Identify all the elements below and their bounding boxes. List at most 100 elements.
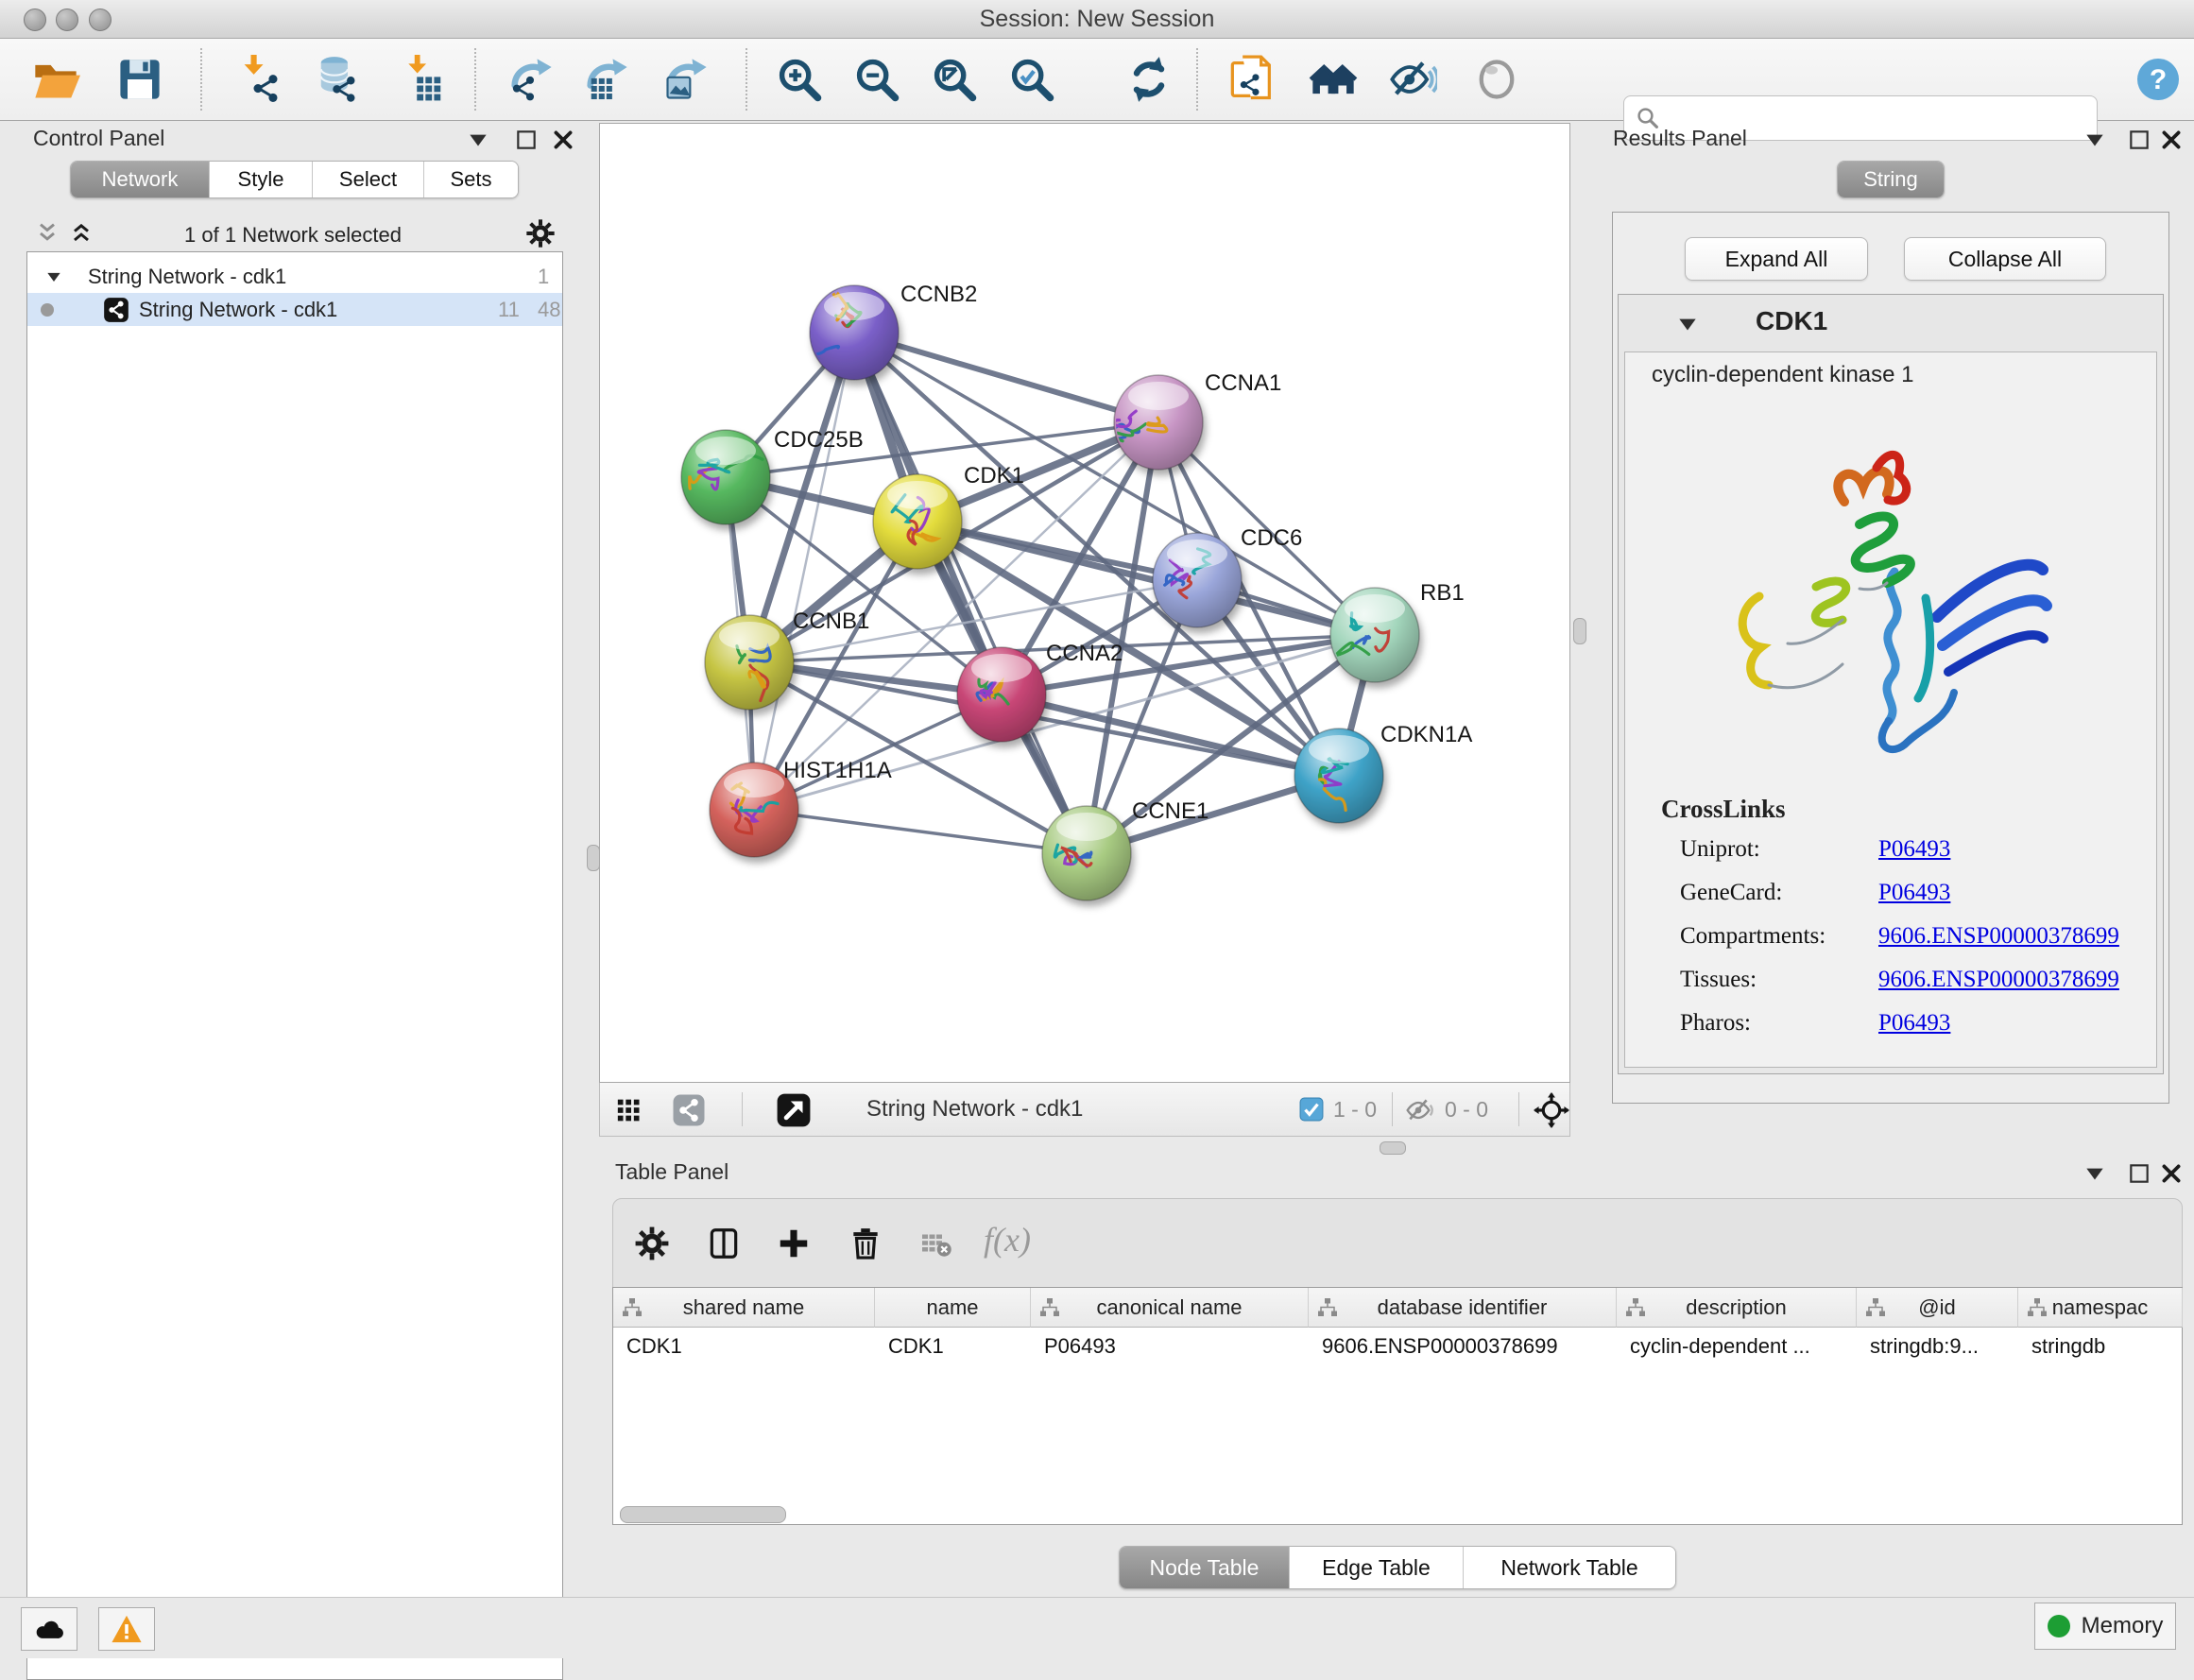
panel-close-icon[interactable] [551, 128, 575, 152]
protein-detail-box: cyclin-dependent kinase 1 [1624, 351, 2157, 1068]
right-splitter-handle[interactable] [1573, 618, 1586, 644]
network-node-CCNE1[interactable] [1042, 806, 1131, 900]
network-node-CCNB2[interactable] [805, 280, 899, 380]
table-cell[interactable]: CDK1 [875, 1328, 1031, 1365]
network-canvas[interactable]: CCNB2CCNA1CDC25BCDK1CDC6RB1CCNB1CCNA2CDK… [599, 123, 1570, 1083]
table-cell[interactable]: stringdb [2018, 1328, 2183, 1365]
column-header-description[interactable]: description [1617, 1288, 1857, 1328]
pan-crosshair-icon[interactable] [1534, 1092, 1569, 1128]
tab-edge-table[interactable]: Edge Table [1290, 1547, 1464, 1588]
expand-all-button[interactable]: Expand All [1685, 237, 1868, 281]
panel-close-icon[interactable] [2159, 1161, 2184, 1186]
zoom-out-icon[interactable] [852, 55, 901, 104]
tab-select[interactable]: Select [313, 162, 424, 197]
collapse-arrow-icon[interactable] [44, 267, 63, 286]
node-label-CCNE1: CCNE1 [1132, 798, 1208, 824]
node-table[interactable]: shared nameCDK1nameCDK1canonical nameP06… [612, 1287, 2183, 1525]
network-node-CCNA2[interactable] [957, 647, 1046, 742]
export-image-icon[interactable] [661, 55, 711, 104]
memory-button[interactable]: Memory [2034, 1603, 2176, 1650]
tab-string[interactable]: String [1838, 162, 1944, 197]
show-columns-icon[interactable] [706, 1226, 742, 1261]
panel-float-icon[interactable] [2083, 128, 2107, 152]
hide-panels-eye-icon[interactable] [1388, 55, 1437, 104]
network-collection-row[interactable]: String Network - cdk1 1 [27, 260, 562, 293]
column-header-database-identifier[interactable]: database identifier [1309, 1288, 1617, 1328]
help-icon[interactable] [2135, 57, 2181, 102]
tab-style[interactable]: Style [210, 162, 313, 197]
add-column-icon[interactable] [776, 1226, 812, 1261]
export-table-icon[interactable] [582, 55, 631, 104]
tab-node-table[interactable]: Node Table [1120, 1547, 1290, 1588]
node-label-RB1: RB1 [1420, 580, 1465, 606]
network-node-CDK1[interactable] [873, 474, 962, 569]
table-cell[interactable]: P06493 [1031, 1328, 1309, 1365]
network-options-gear-icon[interactable] [525, 218, 556, 249]
network-edge-HIST1H1A-CCNE1[interactable] [754, 810, 1087, 853]
table-options-gear-icon[interactable] [634, 1226, 670, 1261]
column-flow-icon [1624, 1296, 1647, 1319]
table-cell[interactable]: CDK1 [613, 1328, 875, 1365]
panel-float-icon[interactable] [2083, 1161, 2107, 1186]
import-table-icon[interactable] [397, 55, 446, 104]
selected-checkbox-icon[interactable] [1299, 1097, 1324, 1122]
zoom-fit-icon[interactable] [930, 55, 979, 104]
panel-close-icon[interactable] [2159, 128, 2184, 152]
network-node-CDKN1A[interactable] [1294, 729, 1383, 823]
column-header-namespac[interactable]: namespac [2018, 1288, 2183, 1328]
delete-column-icon[interactable] [848, 1226, 883, 1261]
collapse-section-icon[interactable] [1675, 312, 1700, 336]
network-edge-CCNB2-HIST1H1A[interactable] [754, 333, 854, 810]
column-header-label: namespac [2052, 1295, 2149, 1320]
panel-maximize-icon[interactable] [2127, 128, 2151, 152]
left-splitter-handle[interactable] [587, 845, 600, 871]
import-network-icon[interactable] [234, 55, 283, 104]
table-cell[interactable]: stringdb:9... [1857, 1328, 2018, 1365]
collapse-all-button[interactable]: Collapse All [1904, 237, 2106, 281]
string-view-icon[interactable] [672, 1093, 706, 1127]
tab-sets[interactable]: Sets [424, 162, 518, 197]
share-document-icon[interactable] [1228, 55, 1277, 104]
table-horizontal-scrollbar[interactable] [620, 1506, 786, 1523]
network-node-RB1[interactable] [1330, 588, 1419, 682]
cloud-button[interactable] [21, 1607, 77, 1651]
network-status-dot [41, 303, 54, 317]
panel-maximize-icon[interactable] [2127, 1161, 2151, 1186]
crosslink-value-link[interactable]: 9606.ENSP00000378699 [1878, 923, 2119, 950]
network-row-selected[interactable]: String Network - cdk1 11 48 [27, 293, 562, 326]
home-icon[interactable] [1309, 55, 1358, 104]
column-header-shared-name[interactable]: shared name [613, 1288, 875, 1328]
import-network-database-icon[interactable] [312, 55, 361, 104]
zoom-selected-icon[interactable] [1007, 55, 1056, 104]
panel-maximize-icon[interactable] [514, 128, 539, 152]
crosslink-value-link[interactable]: P06493 [1878, 836, 1950, 863]
hidden-eye-icon[interactable] [1405, 1095, 1435, 1125]
crosslink-value-link[interactable]: 9606.ENSP00000378699 [1878, 967, 2119, 993]
bottom-splitter-handle[interactable] [1380, 1141, 1406, 1155]
crosslink-value-link[interactable]: P06493 [1878, 1010, 1950, 1037]
tab-network-table[interactable]: Network Table [1464, 1547, 1675, 1588]
column-header-@id[interactable]: @id [1857, 1288, 2018, 1328]
crosslink-value-link[interactable]: P06493 [1878, 880, 1950, 906]
open-session-icon[interactable] [31, 55, 80, 104]
save-session-icon[interactable] [115, 55, 164, 104]
network-edge-CCNB2-CCNA1[interactable] [854, 333, 1158, 422]
crosslink-row: Uniprot:P06493 [1680, 836, 2134, 863]
table-cell[interactable]: cyclin-dependent ... [1617, 1328, 1857, 1365]
network-edge-count: 48 [538, 298, 560, 322]
network-node-CDC25B[interactable] [681, 430, 770, 524]
warnings-button[interactable] [98, 1607, 155, 1651]
network-node-CDC6[interactable] [1153, 533, 1242, 627]
network-node-CCNB1[interactable] [705, 615, 794, 710]
table-cell[interactable]: 9606.ENSP00000378699 [1309, 1328, 1617, 1365]
column-header-canonical-name[interactable]: canonical name [1031, 1288, 1309, 1328]
tab-network[interactable]: Network [71, 162, 210, 197]
export-network-icon[interactable] [506, 55, 556, 104]
grid-mode-icon[interactable] [615, 1094, 647, 1126]
panel-float-icon[interactable] [466, 128, 490, 152]
column-header-name[interactable]: name [875, 1288, 1031, 1328]
refresh-icon[interactable] [1124, 55, 1174, 104]
sphere-view-icon[interactable] [1472, 55, 1521, 104]
detach-view-icon[interactable] [776, 1092, 812, 1128]
zoom-in-icon[interactable] [775, 55, 824, 104]
